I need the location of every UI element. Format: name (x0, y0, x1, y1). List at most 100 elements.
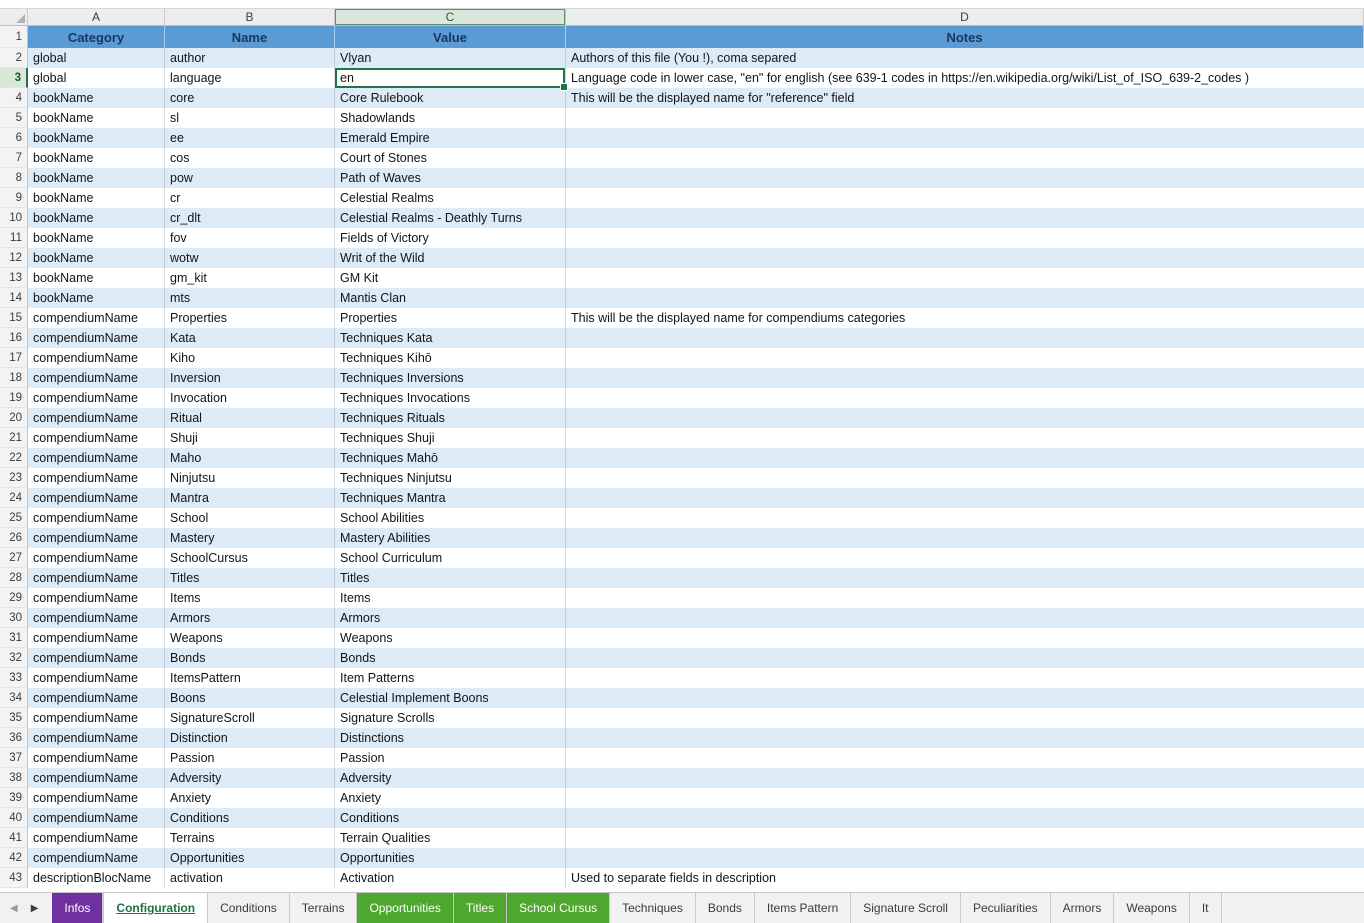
cell-D7[interactable] (566, 148, 1364, 168)
cell-B39[interactable]: Anxiety (165, 788, 335, 808)
cell-C38[interactable]: Adversity (335, 768, 566, 788)
cell-D9[interactable] (566, 188, 1364, 208)
cell-B29[interactable]: Items (165, 588, 335, 608)
row-header-37[interactable]: 37 (0, 748, 28, 768)
cell-C9[interactable]: Celestial Realms (335, 188, 566, 208)
row-header-25[interactable]: 25 (0, 508, 28, 528)
cell-C43[interactable]: Activation (335, 868, 566, 888)
cell-D31[interactable] (566, 628, 1364, 648)
cell-B28[interactable]: Titles (165, 568, 335, 588)
cell-C8[interactable]: Path of Waves (335, 168, 566, 188)
cell-C29[interactable]: Items (335, 588, 566, 608)
row-header-32[interactable]: 32 (0, 648, 28, 668)
cell-C30[interactable]: Armors (335, 608, 566, 628)
cell-A8[interactable]: bookName (28, 168, 165, 188)
cell-D27[interactable] (566, 548, 1364, 568)
cell-A14[interactable]: bookName (28, 288, 165, 308)
cell-A29[interactable]: compendiumName (28, 588, 165, 608)
row-header-4[interactable]: 4 (0, 88, 28, 108)
cell-B4[interactable]: core (165, 88, 335, 108)
cell-D38[interactable] (566, 768, 1364, 788)
cell-B36[interactable]: Distinction (165, 728, 335, 748)
cell-C13[interactable]: GM Kit (335, 268, 566, 288)
cell-C10[interactable]: Celestial Realms - Deathly Turns (335, 208, 566, 228)
cell-B21[interactable]: Shuji (165, 428, 335, 448)
row-header-22[interactable]: 22 (0, 448, 28, 468)
cell-A20[interactable]: compendiumName (28, 408, 165, 428)
column-header-a[interactable]: A (28, 9, 165, 25)
cell-A33[interactable]: compendiumName (28, 668, 165, 688)
cell-C12[interactable]: Writ of the Wild (335, 248, 566, 268)
cell-A9[interactable]: bookName (28, 188, 165, 208)
cell-D35[interactable] (566, 708, 1364, 728)
cell-A5[interactable]: bookName (28, 108, 165, 128)
cell-C25[interactable]: School Abilities (335, 508, 566, 528)
row-header-7[interactable]: 7 (0, 148, 28, 168)
row-header-33[interactable]: 33 (0, 668, 28, 688)
cell-C28[interactable]: Titles (335, 568, 566, 588)
cell-D33[interactable] (566, 668, 1364, 688)
cell-C16[interactable]: Techniques Kata (335, 328, 566, 348)
sheet-tab-it[interactable]: It (1190, 893, 1222, 923)
sheet-tab-opportunities[interactable]: Opportunities (357, 893, 453, 923)
cell-B1[interactable]: Name (165, 26, 335, 48)
cell-C19[interactable]: Techniques Invocations (335, 388, 566, 408)
cell-D15[interactable]: This will be the displayed name for comp… (566, 308, 1364, 328)
sheet-tab-weapons[interactable]: Weapons (1114, 893, 1189, 923)
cell-A22[interactable]: compendiumName (28, 448, 165, 468)
row-header-43[interactable]: 43 (0, 868, 28, 888)
cell-C22[interactable]: Techniques Mahō (335, 448, 566, 468)
cell-D36[interactable] (566, 728, 1364, 748)
cell-C2[interactable]: Vlyan (335, 48, 566, 68)
cell-A13[interactable]: bookName (28, 268, 165, 288)
cell-D39[interactable] (566, 788, 1364, 808)
cell-C32[interactable]: Bonds (335, 648, 566, 668)
cell-A23[interactable]: compendiumName (28, 468, 165, 488)
row-header-12[interactable]: 12 (0, 248, 28, 268)
row-header-30[interactable]: 30 (0, 608, 28, 628)
row-header-35[interactable]: 35 (0, 708, 28, 728)
cell-B23[interactable]: Ninjutsu (165, 468, 335, 488)
cell-D6[interactable] (566, 128, 1364, 148)
cell-B43[interactable]: activation (165, 868, 335, 888)
cell-C26[interactable]: Mastery Abilities (335, 528, 566, 548)
cell-C15[interactable]: Properties (335, 308, 566, 328)
cell-C4[interactable]: Core Rulebook (335, 88, 566, 108)
cell-B12[interactable]: wotw (165, 248, 335, 268)
cell-B14[interactable]: mts (165, 288, 335, 308)
cell-C3[interactable]: en (335, 68, 566, 88)
cell-B22[interactable]: Maho (165, 448, 335, 468)
row-header-13[interactable]: 13 (0, 268, 28, 288)
row-header-1[interactable]: 1 (0, 26, 28, 48)
cell-A19[interactable]: compendiumName (28, 388, 165, 408)
cell-B30[interactable]: Armors (165, 608, 335, 628)
cell-B38[interactable]: Adversity (165, 768, 335, 788)
cell-B25[interactable]: School (165, 508, 335, 528)
cell-A10[interactable]: bookName (28, 208, 165, 228)
cell-D13[interactable] (566, 268, 1364, 288)
cell-A4[interactable]: bookName (28, 88, 165, 108)
row-header-6[interactable]: 6 (0, 128, 28, 148)
cell-D1[interactable]: Notes (566, 26, 1364, 48)
cell-B2[interactable]: author (165, 48, 335, 68)
cell-B18[interactable]: Inversion (165, 368, 335, 388)
cell-A43[interactable]: descriptionBlocName (28, 868, 165, 888)
row-header-34[interactable]: 34 (0, 688, 28, 708)
row-header-2[interactable]: 2 (0, 48, 28, 68)
cell-B35[interactable]: SignatureScroll (165, 708, 335, 728)
sheet-tab-techniques[interactable]: Techniques (610, 893, 696, 923)
cell-C27[interactable]: School Curriculum (335, 548, 566, 568)
row-header-15[interactable]: 15 (0, 308, 28, 328)
cell-C37[interactable]: Passion (335, 748, 566, 768)
cell-A18[interactable]: compendiumName (28, 368, 165, 388)
cell-D29[interactable] (566, 588, 1364, 608)
sheet-tab-school-cursus[interactable]: School Cursus (507, 893, 610, 923)
cell-B41[interactable]: Terrains (165, 828, 335, 848)
cell-D23[interactable] (566, 468, 1364, 488)
sheet-tab-armors[interactable]: Armors (1051, 893, 1115, 923)
cell-D4[interactable]: This will be the displayed name for "ref… (566, 88, 1364, 108)
cell-A11[interactable]: bookName (28, 228, 165, 248)
sheet-tab-titles[interactable]: Titles (454, 893, 507, 923)
cell-A24[interactable]: compendiumName (28, 488, 165, 508)
cell-A25[interactable]: compendiumName (28, 508, 165, 528)
